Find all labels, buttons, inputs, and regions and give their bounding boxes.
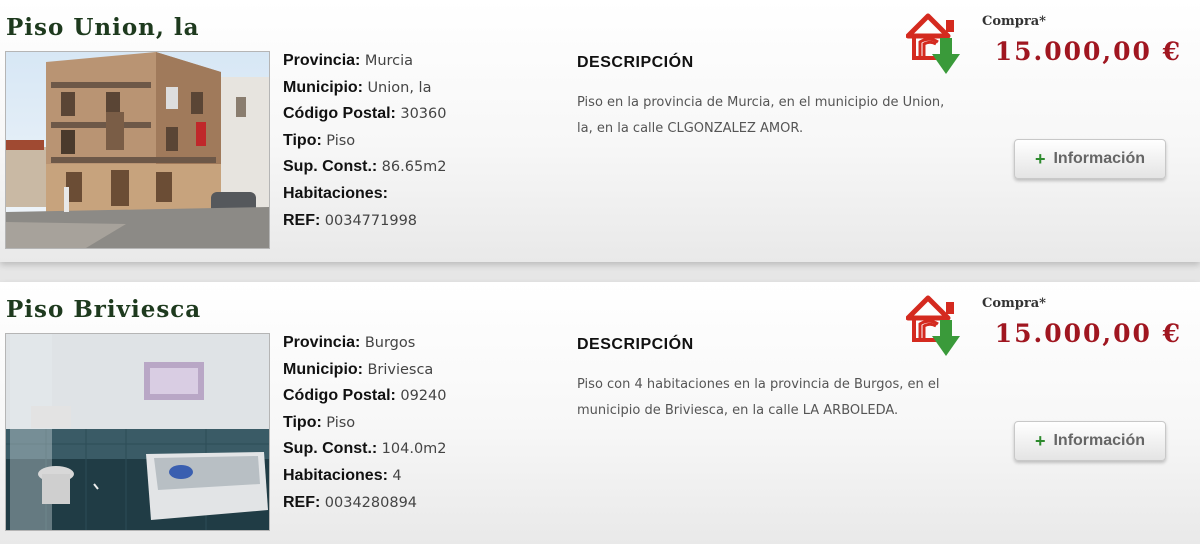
spec-codigo-postal: Código Postal: 09240 bbox=[283, 387, 447, 405]
spec-habitaciones: Habitaciones: bbox=[283, 184, 388, 202]
description-text: Piso en la provincia de Murcia, en el mu… bbox=[577, 95, 945, 136]
property-listing: Piso Briviesca Provincia: Burgos Municip… bbox=[0, 282, 1200, 544]
description-heading: DESCRIPCIÓN bbox=[577, 336, 694, 353]
price: 15.000,00 € bbox=[994, 37, 1182, 66]
purchase-label: Compra* bbox=[982, 296, 1046, 311]
spec-ref: REF: 0034771998 bbox=[283, 211, 418, 229]
spec-tipo: Tipo: Piso bbox=[283, 413, 356, 431]
plus-icon: + bbox=[1034, 149, 1046, 169]
plus-icon: + bbox=[1034, 431, 1046, 451]
spec-habitaciones: Habitaciones: 4 bbox=[283, 466, 402, 484]
spec-superficie: Sup. Const.: 86.65m2 bbox=[283, 158, 447, 176]
property-specs: Provincia: Murcia Municipio: Union, la C… bbox=[283, 52, 447, 238]
description-heading: DESCRIPCIÓN bbox=[577, 54, 694, 71]
spec-tipo: Tipo: Piso bbox=[283, 131, 356, 149]
listing-title[interactable]: Piso Union, la bbox=[6, 14, 200, 41]
house-arrow-logo-icon bbox=[906, 13, 960, 74]
info-button-label: Información bbox=[1053, 150, 1146, 167]
spec-provincia: Provincia: Burgos bbox=[283, 334, 416, 351]
purchase-label: Compra* bbox=[982, 14, 1046, 29]
bathroom-photo[interactable] bbox=[5, 333, 270, 531]
house-arrow-logo-icon bbox=[906, 295, 960, 356]
info-button-label: Información bbox=[1053, 432, 1146, 449]
info-button[interactable]: + Información bbox=[1014, 421, 1166, 461]
spec-codigo-postal: Código Postal: 30360 bbox=[283, 105, 447, 123]
info-button[interactable]: + Información bbox=[1014, 139, 1166, 179]
spec-municipio: Municipio: Briviesca bbox=[283, 360, 434, 378]
spec-municipio: Municipio: Union, la bbox=[283, 78, 432, 96]
spec-ref: REF: 0034280894 bbox=[283, 493, 418, 511]
spec-provincia: Provincia: Murcia bbox=[283, 52, 414, 69]
spec-superficie: Sup. Const.: 104.0m2 bbox=[283, 440, 447, 458]
property-listing: Piso Union, la Provincia: Murcia Municip… bbox=[0, 0, 1200, 262]
description-text: Piso con 4 habitaciones en la provincia … bbox=[577, 377, 940, 418]
property-specs: Provincia: Burgos Municipio: Briviesca C… bbox=[283, 334, 447, 520]
building-photo[interactable] bbox=[5, 51, 270, 249]
price: 15.000,00 € bbox=[994, 319, 1182, 348]
listing-title[interactable]: Piso Briviesca bbox=[6, 296, 201, 323]
